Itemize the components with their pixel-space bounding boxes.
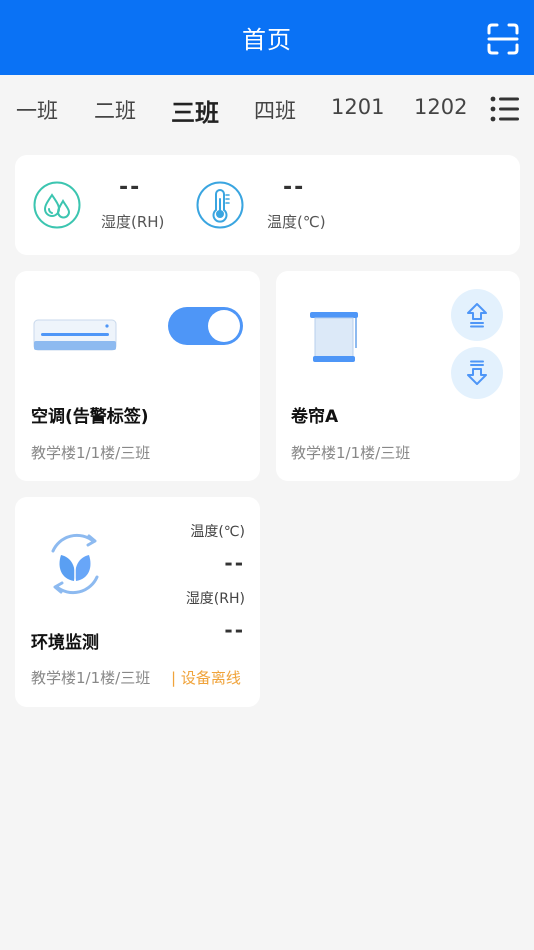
leaf-cycle-icon <box>43 533 107 599</box>
scan-button[interactable] <box>486 22 520 56</box>
humidity-value: -- <box>119 175 142 200</box>
scan-icon <box>487 23 519 55</box>
tab-class-1[interactable]: 一班 <box>16 95 58 125</box>
arrow-down-icon <box>467 360 487 385</box>
switch-knob <box>208 310 240 342</box>
tab-class-4[interactable]: 四班 <box>254 95 296 125</box>
arrow-up-icon <box>467 303 487 328</box>
curtain-name: 卷帘A <box>291 407 339 427</box>
curtain-up-button[interactable] <box>451 289 503 341</box>
app-header: 首页 <box>0 0 534 75</box>
env-temperature-label: 温度(℃) <box>190 524 245 540</box>
tab-1201[interactable]: 1201 <box>331 95 384 119</box>
air-conditioner-icon <box>33 319 117 357</box>
temperature-unit: 温度(℃) <box>267 213 326 231</box>
humidity-unit: 湿度(RH) <box>101 213 165 231</box>
thermometer-icon <box>196 181 244 229</box>
environment-monitor-location: 教学楼1/1楼/三班 <box>31 669 151 687</box>
air-conditioner-card[interactable]: 空调(告警标签) 教学楼1/1楼/三班 <box>15 271 260 481</box>
tab-class-3[interactable]: 三班 <box>171 93 219 128</box>
environment-monitor-name: 环境监测 <box>31 633 99 653</box>
tabs-menu-button[interactable] <box>490 95 520 123</box>
env-humidity-label: 湿度(RH) <box>185 591 245 607</box>
temperature-value: -- <box>283 175 306 200</box>
device-offline-status: | 设备离线 <box>171 669 241 687</box>
curtain-location: 教学楼1/1楼/三班 <box>291 444 411 462</box>
class-tabs: 一班 二班 三班 四班 1201 1202 <box>0 75 534 141</box>
tab-class-2[interactable]: 二班 <box>94 95 136 125</box>
environment-summary-card: -- 湿度(RH) -- 温度(℃) <box>15 155 520 255</box>
humidity-icon <box>33 181 81 229</box>
curtain-down-button[interactable] <box>451 347 503 399</box>
curtain-card[interactable]: 卷帘A 教学楼1/1楼/三班 <box>276 271 520 481</box>
list-menu-icon <box>490 96 519 122</box>
tab-1202[interactable]: 1202 <box>414 95 467 119</box>
env-temperature-value: -- <box>224 551 245 575</box>
air-conditioner-name: 空调(告警标签) <box>31 407 149 427</box>
environment-monitor-card[interactable]: 温度(℃) -- 湿度(RH) -- 环境监测 教学楼1/1楼/三班 | 设备离… <box>15 497 260 707</box>
env-humidity-value: -- <box>224 618 245 642</box>
air-conditioner-location: 教学楼1/1楼/三班 <box>31 444 151 462</box>
page-title: 首页 <box>242 26 292 54</box>
air-conditioner-power-switch[interactable] <box>168 307 243 345</box>
roller-blind-icon <box>310 311 358 369</box>
